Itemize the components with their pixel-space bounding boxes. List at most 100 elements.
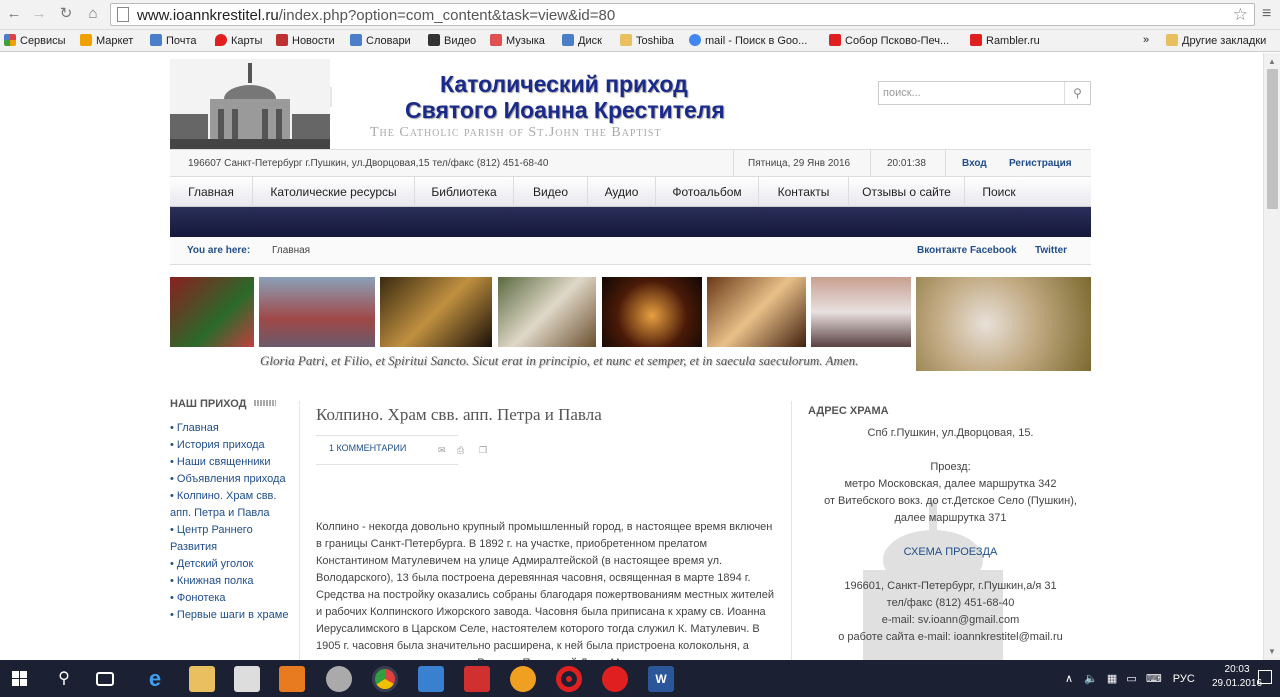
- nav-home[interactable]: Главная: [170, 177, 253, 207]
- sidebar-item-kids-corner[interactable]: • Детский уголок: [170, 556, 295, 573]
- scrollbar-thumb[interactable]: [1267, 69, 1278, 209]
- print-icon[interactable]: ⎙: [457, 445, 464, 456]
- task-view-icon[interactable]: [96, 672, 114, 686]
- banner-angels-painting: [916, 277, 1091, 371]
- forward-icon[interactable]: →: [30, 5, 48, 23]
- address-bar[interactable]: www.ioannkrestitel.ru/index.php?option=c…: [110, 3, 1255, 26]
- sidebar-item-priests[interactable]: • Наши священники: [170, 454, 295, 471]
- clock[interactable]: 20:03 29.01.2016: [1212, 663, 1262, 691]
- contact-email[interactable]: e-mail: sv.ioann@gmail.com: [808, 612, 1093, 629]
- search-icon[interactable]: ⚲: [51, 666, 77, 692]
- bookmark-maps[interactable]: Карты: [215, 34, 262, 47]
- breadcrumb-bar: You are here: Главная Вконтакте Facebook…: [170, 237, 1091, 265]
- apps-icon: [4, 34, 16, 46]
- mail-app-icon[interactable]: [418, 666, 444, 692]
- bookmark-video[interactable]: Видео: [428, 34, 476, 47]
- search-icon[interactable]: ⚲: [1064, 82, 1090, 104]
- sidebar-item-early-development[interactable]: • Центр Раннего Развития: [170, 522, 295, 556]
- grip-icon: [254, 400, 277, 406]
- nav-library[interactable]: Библиотека: [415, 177, 514, 207]
- twitter-link[interactable]: Twitter: [1035, 245, 1067, 256]
- opera-icon[interactable]: [556, 666, 582, 692]
- network-icon[interactable]: ▦: [1107, 673, 1117, 685]
- church-logo[interactable]: [170, 59, 370, 149]
- nav-reviews[interactable]: Отзывы о сайте: [849, 177, 965, 207]
- sidebar-item-first-steps[interactable]: • Первые шаги в храме: [170, 607, 295, 624]
- banner-photo: [259, 277, 375, 347]
- bookmark-mail[interactable]: Почта: [150, 34, 197, 47]
- column-divider: [791, 401, 792, 660]
- contact-phone: тел/факс (812) 451-68-40: [886, 597, 1015, 609]
- route-line: метро Московская, далее маршрутка 342: [844, 478, 1057, 490]
- bookmark-toshiba[interactable]: Toshiba: [620, 34, 674, 47]
- edge-icon[interactable]: e: [142, 666, 168, 692]
- chevron-up-icon[interactable]: ∧: [1065, 673, 1073, 685]
- bookmark-rambler[interactable]: Rambler.ru: [970, 34, 1040, 47]
- site-title-english: The Catholic parish of St.John the Bapti…: [370, 125, 662, 140]
- language-indicator[interactable]: РУС: [1173, 673, 1195, 685]
- banner-motto: Gloria Patri, et Filio, et Spiritui Sanc…: [260, 353, 859, 368]
- bookmark-services[interactable]: Сервисы: [4, 34, 66, 47]
- sidebar-item-phonoteque[interactable]: • Фонотека: [170, 590, 295, 607]
- church-address: Спб г.Пушкин, ул.Дворцовая, 15.: [867, 427, 1034, 439]
- back-icon[interactable]: ←: [5, 5, 23, 23]
- bookmark-other[interactable]: Другие закладки: [1166, 34, 1266, 47]
- bookmark-disk[interactable]: Диск: [562, 34, 602, 47]
- bookmark-news[interactable]: Новости: [276, 34, 335, 47]
- bookmark-pskov-cathedral[interactable]: Собор Псково-Печ...: [829, 34, 949, 47]
- pdf-icon[interactable]: ❐: [479, 445, 487, 456]
- comments-link[interactable]: 1 КОММЕНТАРИИ: [329, 443, 406, 453]
- scroll-up-icon[interactable]: ▲: [1268, 57, 1276, 66]
- sidebar-item-home[interactable]: • Главная: [170, 420, 295, 437]
- route-scheme-link[interactable]: СХЕМА ПРОЕЗДА: [808, 544, 1093, 561]
- sidebar-item-bookshelf[interactable]: • Книжная полка: [170, 573, 295, 590]
- nav-catholic-resources[interactable]: Католические ресурсы: [253, 177, 415, 207]
- app-icon[interactable]: [510, 666, 536, 692]
- home-icon[interactable]: ⌂: [84, 5, 102, 23]
- keyboard-icon[interactable]: ⌨: [1146, 673, 1162, 685]
- media-player-icon[interactable]: [279, 666, 305, 692]
- menu-icon[interactable]: ≡: [1262, 5, 1271, 23]
- bookmark-music[interactable]: Музыка: [490, 34, 545, 47]
- battery-icon[interactable]: ▭: [1126, 673, 1136, 685]
- webmaster-email[interactable]: о работе сайта e-mail: ioannkrestitel@ma…: [808, 629, 1093, 646]
- postal-address: 196601, Санкт-Петербург, г.Пушкин,а/я 31: [844, 580, 1057, 592]
- word-icon[interactable]: W: [648, 666, 674, 692]
- store-icon[interactable]: [234, 666, 260, 692]
- windows-start-icon[interactable]: [12, 671, 27, 686]
- banner-photo: [707, 277, 806, 347]
- reload-icon[interactable]: ↻: [57, 5, 75, 23]
- file-explorer-icon[interactable]: [189, 666, 215, 692]
- scroll-down-icon[interactable]: ▼: [1268, 647, 1276, 656]
- nav-contacts[interactable]: Контакты: [759, 177, 849, 207]
- sidebar-item-announcements[interactable]: • Объявления прихода: [170, 471, 295, 488]
- register-link[interactable]: Регистрация: [1009, 158, 1072, 169]
- sidebar-item-history[interactable]: • История прихода: [170, 437, 295, 454]
- article-body: Колпино - некогда довольно крупный промы…: [316, 521, 774, 660]
- nav-photo-album[interactable]: Фотоальбом: [656, 177, 759, 207]
- chrome-icon[interactable]: [372, 666, 398, 692]
- bookmark-google-search[interactable]: mail - Поиск в Goo...: [689, 34, 807, 47]
- bookmarks-more[interactable]: »: [1143, 34, 1149, 46]
- bookmark-dictionaries[interactable]: Словари: [350, 34, 411, 47]
- app-icon[interactable]: [326, 666, 352, 692]
- sidebar-item-kolpino[interactable]: • Колпино. Храм свв. апп. Петра и Павла: [170, 488, 295, 522]
- email-icon[interactable]: ✉: [438, 445, 446, 456]
- nav-audio[interactable]: Аудио: [588, 177, 656, 207]
- nav-search[interactable]: Поиск: [965, 177, 1033, 207]
- yandex-browser-icon[interactable]: [602, 666, 628, 692]
- site-address: 196607 Санкт-Петербург г.Пушкин, ул.Двор…: [188, 158, 549, 169]
- notifications-icon[interactable]: [1258, 670, 1272, 684]
- social-links[interactable]: Вконтакте Facebook: [917, 245, 1017, 256]
- page-scrollbar[interactable]: ▲ ▼: [1263, 53, 1280, 660]
- yandex-icon[interactable]: [464, 666, 490, 692]
- login-link[interactable]: Вход: [962, 158, 987, 169]
- star-icon[interactable]: ☆: [1233, 5, 1248, 25]
- search-input[interactable]: поиск... ⚲: [878, 81, 1091, 105]
- google-icon: [689, 34, 701, 46]
- volume-icon[interactable]: 🔈: [1084, 673, 1098, 685]
- breadcrumb-current[interactable]: Главная: [272, 245, 310, 256]
- bookmark-market[interactable]: Маркет: [80, 34, 133, 47]
- folder-icon: [1166, 34, 1178, 46]
- nav-video[interactable]: Видео: [514, 177, 588, 207]
